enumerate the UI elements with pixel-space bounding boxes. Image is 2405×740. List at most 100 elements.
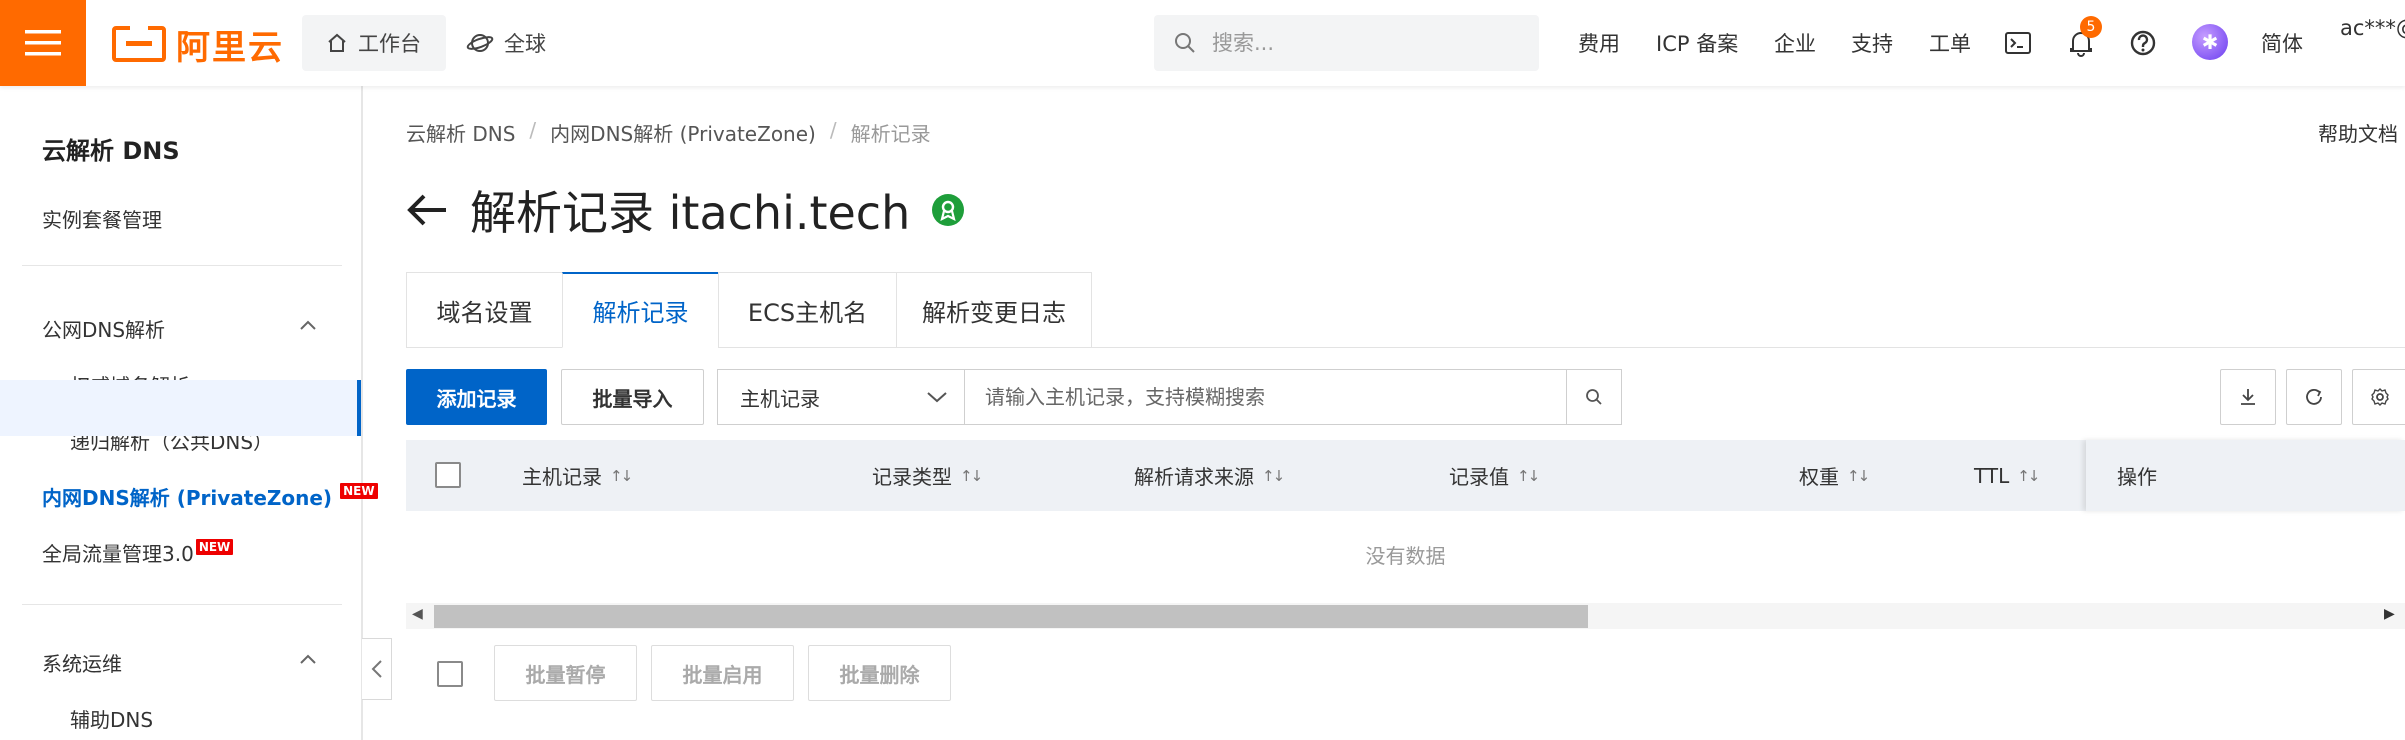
sidebar-group-ops[interactable]: 系统运维 [42,648,122,677]
ai-assistant-avatar-icon[interactable]: ✱ [2192,24,2228,60]
sidebar-collapse-handle[interactable] [362,638,392,700]
add-record-button[interactable]: 添加记录 [406,369,547,425]
home-icon [328,33,346,52]
aliyun-logo[interactable]: 阿里云 [112,24,284,68]
search-icon [1586,389,1602,405]
empty-state-text: 没有数据 [1365,544,1446,568]
page-title: 解析记录 itachi.tech [470,186,911,240]
column-label: 解析请求来源 [1134,465,1254,489]
sort-icon: ↑↓ [960,466,983,485]
tab-change-log[interactable]: 解析变更日志 [896,272,1092,348]
link-support[interactable]: 支持 [1851,15,1893,71]
search-field-select[interactable]: 主机记录 [717,369,965,425]
sort-icon: ↑↓ [610,466,633,485]
download-icon [2241,389,2255,405]
new-badge: NEW [340,482,378,499]
download-button[interactable] [2220,369,2276,425]
column-header-source[interactable]: 解析请求来源 ↑↓ [1134,440,1285,511]
column-label: TTL [1974,463,2010,488]
breadcrumb: 云解析 DNS / 内网DNS解析 (PrivateZone) / 解析记录 [406,118,931,147]
column-header-weight[interactable]: 权重 ↑↓ [1799,440,1870,511]
help-doc-link[interactable]: 帮助文档 [2318,118,2398,147]
sidebar-item-aux-dns[interactable]: 辅助DNS [70,704,153,733]
search-field-value: 主机记录 [740,386,820,411]
record-search-button[interactable] [1566,369,1622,425]
tab-domain-settings[interactable]: 域名设置 [406,272,562,348]
help-question-icon[interactable] [2124,24,2162,62]
top-bar: 阿里云 工作台 全球 费用 ICP 备案 企业 支持 工单 5 ✱ 简体 ac*… [0,0,2405,86]
link-billing[interactable]: 费用 [1578,15,1620,71]
sidebar-title: 云解析 DNS [42,137,180,165]
search-input[interactable] [1210,30,1514,56]
account-name[interactable]: ac***@ [2340,0,2405,56]
column-label: 记录类型 [872,465,952,489]
scrollbar-thumb[interactable] [434,605,1588,628]
verified-badge-icon [932,194,965,226]
column-label: 主机记录 [522,465,602,489]
sidebar-item-label: 全局流量管理3.0 [42,542,194,566]
sidebar-divider [22,265,342,266]
batch-enable-button[interactable]: 批量启用 [651,645,794,701]
aliyun-logo-mark-icon [112,25,166,62]
global-search[interactable] [1154,15,1539,71]
terminal-icon[interactable] [1999,24,2037,62]
scroll-right-arrow-icon[interactable]: ▶ [2384,606,2395,622]
sidebar-item-private-zone[interactable]: 内网DNS解析 (PrivateZone) NEW [42,482,378,511]
logo-text: 阿里云 [176,27,284,68]
language-switch[interactable]: 简体 [2261,15,2303,71]
settings-button[interactable] [2352,369,2405,425]
batch-pause-button[interactable]: 批量暂停 [494,645,637,701]
workbench-button[interactable]: 工作台 [302,15,446,71]
select-all-checkbox[interactable] [435,462,461,488]
global-region-button[interactable]: 全球 [466,15,546,71]
new-badge: NEW [195,538,234,555]
column-header-host[interactable]: 主机记录 ↑↓ [522,440,633,511]
sidebar-active-indicator [357,380,361,436]
sidebar-group-public-dns[interactable]: 公网DNS解析 [42,314,165,343]
record-search-input[interactable] [964,369,1567,425]
hamburger-menu-icon[interactable] [0,0,86,86]
notification-count-badge: 5 [2080,16,2102,38]
chevron-left-icon [371,660,382,678]
back-arrow-icon[interactable] [404,192,448,228]
sort-icon: ↑↓ [2017,466,2040,485]
search-icon [1175,33,1195,53]
link-ticket[interactable]: 工单 [1929,15,1971,71]
link-enterprise[interactable]: 企业 [1774,15,1816,71]
title-row: 解析记录 itachi.tech [404,180,965,240]
sort-icon: ↑↓ [1517,466,1540,485]
breadcrumb-separator: / [829,118,837,142]
batch-select-checkbox[interactable] [437,661,463,687]
sidebar-active-highlight [0,380,361,436]
breadcrumb-separator: / [529,118,537,142]
column-header-value[interactable]: 记录值 ↑↓ [1449,440,1540,511]
column-header-actions: 操作 [2117,465,2157,489]
breadcrumb-current: 解析记录 [850,122,931,146]
sidebar-divider [22,604,342,605]
scroll-left-arrow-icon[interactable]: ◀ [412,606,423,622]
column-label: 权重 [1799,465,1839,489]
notification-bell-icon[interactable]: 5 [2062,16,2102,62]
link-icp[interactable]: ICP 备案 [1656,15,1738,71]
tab-records[interactable]: 解析记录 [562,272,718,348]
breadcrumb-private-zone[interactable]: 内网DNS解析 (PrivateZone) [550,118,816,147]
chevron-up-icon[interactable] [298,650,318,670]
sidebar-item-gtm[interactable]: 全局流量管理3.0 NEW [42,538,234,567]
column-label: 记录值 [1449,465,1509,489]
chevron-down-icon [927,392,947,403]
batch-delete-button[interactable]: 批量删除 [808,645,951,701]
column-header-ttl[interactable]: TTL ↑↓ [1974,440,2040,511]
refresh-icon [2306,389,2322,405]
globe-icon [466,34,494,52]
gear-icon [2371,388,2389,406]
tabs-divider [1092,347,2405,348]
breadcrumb-dns[interactable]: 云解析 DNS [406,118,515,147]
tab-ecs-hostname[interactable]: ECS主机名 [718,272,896,348]
refresh-button[interactable] [2286,369,2342,425]
workbench-label: 工作台 [358,32,421,56]
chevron-up-icon[interactable] [298,316,318,336]
sidebar-item-instance[interactable]: 实例套餐管理 [42,204,162,233]
column-header-type[interactable]: 记录类型 ↑↓ [872,440,983,511]
batch-import-button[interactable]: 批量导入 [561,369,704,425]
sort-icon: ↑↓ [1262,466,1285,485]
